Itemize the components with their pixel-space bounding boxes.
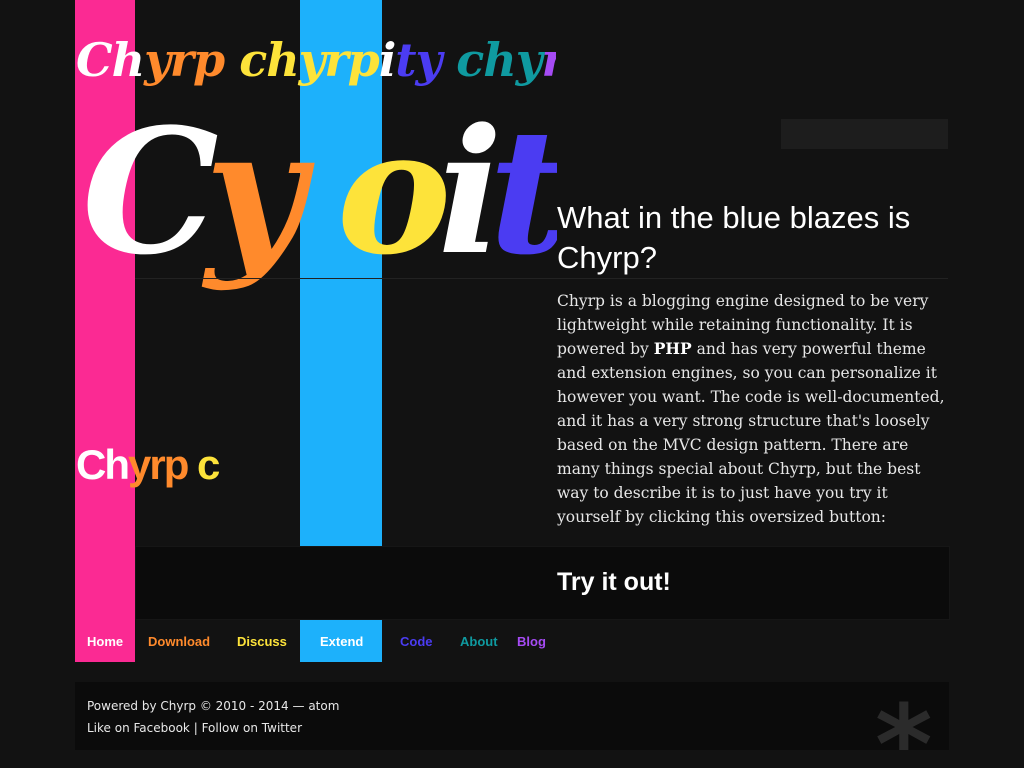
- chyrp-link[interactable]: Chyrp: [160, 699, 196, 713]
- title-big-segment: C: [82, 92, 219, 292]
- nav-code-link[interactable]: Code: [400, 633, 433, 651]
- php-highlight: PHP: [653, 339, 692, 358]
- intro-description: Chyrp is a blogging engine designed to b…: [557, 289, 952, 529]
- title-small-segment: r: [541, 33, 556, 87]
- title-small-segment: Ch: [76, 33, 145, 87]
- intro-text-after: and has very powerful theme and extensio…: [557, 340, 945, 526]
- nav-download-link[interactable]: Download: [148, 633, 210, 651]
- header-divider: [135, 278, 948, 279]
- title-sans-segment: c: [197, 441, 220, 488]
- try-it-panel: [135, 546, 950, 620]
- title-big-segment: y: [204, 92, 305, 292]
- title-big-segment: t: [488, 92, 557, 292]
- try-it-out-button[interactable]: Try it out!: [557, 567, 671, 597]
- powered-by-text: Powered by: [87, 699, 161, 713]
- atom-feed-link[interactable]: atom: [308, 699, 339, 713]
- footer-powered-line: Powered by Chyrp © 2010 - 2014 — atom: [87, 698, 339, 714]
- site-title-small: Chyrp chyrpity chyrp: [76, 30, 556, 90]
- search-input[interactable]: [781, 119, 948, 149]
- title-small-segment: chy: [456, 33, 542, 87]
- site-title-big: Cy oitcy: [82, 92, 557, 292]
- twitter-link[interactable]: Follow on Twitter: [202, 721, 302, 735]
- title-big-segment: [291, 92, 337, 292]
- facebook-link[interactable]: Like on Facebook: [87, 721, 190, 735]
- footer-separator: |: [189, 721, 202, 735]
- title-sans-segment: yrp: [128, 441, 198, 488]
- title-small-segment: i: [378, 33, 397, 87]
- title-sans-segment: Ch: [76, 441, 130, 488]
- title-big-segment: i: [437, 92, 502, 292]
- footer-social-line: Like on Facebook | Follow on Twitter: [87, 720, 302, 736]
- asterisk-decoration: *: [875, 682, 933, 750]
- title-small-segment: ty: [395, 33, 457, 87]
- nav-discuss-link[interactable]: Discuss: [237, 633, 287, 651]
- nav-extend-link[interactable]: Extend: [320, 633, 363, 651]
- nav-home-link[interactable]: Home: [87, 633, 123, 651]
- title-big-segment: o: [336, 92, 452, 292]
- nav-blog-link[interactable]: Blog: [517, 633, 546, 651]
- intro-heading: What in the blue blazes is Chyrp?: [557, 200, 911, 275]
- nav-about-link[interactable]: About: [460, 633, 498, 651]
- title-small-segment: chyrp: [239, 33, 380, 87]
- copyright-text: © 2010 - 2014 —: [196, 699, 309, 713]
- footer: Powered by Chyrp © 2010 - 2014 — atom Li…: [75, 682, 949, 750]
- title-small-segment: yrp: [144, 33, 240, 87]
- site-title-sans: Chyrp c: [76, 440, 228, 490]
